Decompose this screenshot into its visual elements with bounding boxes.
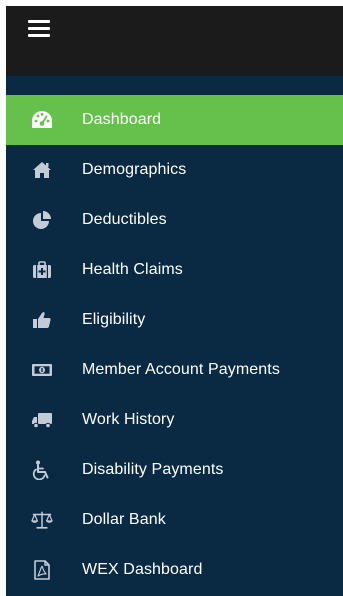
sidebar-item-label: Dollar Bank bbox=[82, 511, 166, 528]
top-bar bbox=[6, 6, 343, 76]
sidebar-nav: Dashboard Demographics Deductibles Healt… bbox=[6, 6, 343, 596]
sidebar-item-demographics[interactable]: Demographics bbox=[6, 145, 343, 195]
sidebar-item-dollar-bank[interactable]: Dollar Bank bbox=[6, 495, 343, 545]
sidebar-item-label: WEX Dashboard bbox=[82, 561, 203, 578]
wheelchair-icon bbox=[31, 459, 53, 481]
sidebar-item-label: Member Account Payments bbox=[82, 361, 280, 378]
sidebar-item-label: Eligibility bbox=[82, 311, 146, 328]
sidebar-item-label: Dashboard bbox=[82, 111, 162, 128]
pie-chart-icon bbox=[31, 209, 53, 231]
sidebar-item-label: Health Claims bbox=[82, 261, 183, 278]
sidebar-item-dashboard[interactable]: Dashboard bbox=[6, 95, 343, 145]
money-bill-icon bbox=[31, 359, 53, 381]
truck-icon bbox=[31, 409, 53, 431]
sidebar-item-eligibility[interactable]: Eligibility bbox=[6, 295, 343, 345]
sidebar-item-member-account-payments[interactable]: Member Account Payments bbox=[6, 345, 343, 395]
sidebar-item-work-history[interactable]: Work History bbox=[6, 395, 343, 445]
nav-menu: Dashboard Demographics Deductibles Healt… bbox=[6, 95, 343, 595]
home-icon bbox=[31, 159, 53, 181]
sidebar-item-deductibles[interactable]: Deductibles bbox=[6, 195, 343, 245]
sidebar-item-health-claims[interactable]: Health Claims bbox=[6, 245, 343, 295]
pdf-file-icon bbox=[31, 559, 53, 581]
sidebar-item-label: Demographics bbox=[82, 161, 187, 178]
sidebar-item-label: Deductibles bbox=[82, 211, 167, 228]
sidebar-item-disability-payments[interactable]: Disability Payments bbox=[6, 445, 343, 495]
dashboard-gauge-icon bbox=[31, 109, 53, 131]
sidebar-item-label: Work History bbox=[82, 411, 175, 428]
hamburger-icon[interactable] bbox=[28, 19, 50, 37]
sidebar-item-label: Disability Payments bbox=[82, 461, 224, 478]
sidebar-item-wex-dashboard[interactable]: WEX Dashboard bbox=[6, 545, 343, 595]
thumbs-up-icon bbox=[31, 309, 53, 331]
medical-kit-icon bbox=[31, 259, 53, 281]
balance-scale-icon bbox=[31, 509, 53, 531]
